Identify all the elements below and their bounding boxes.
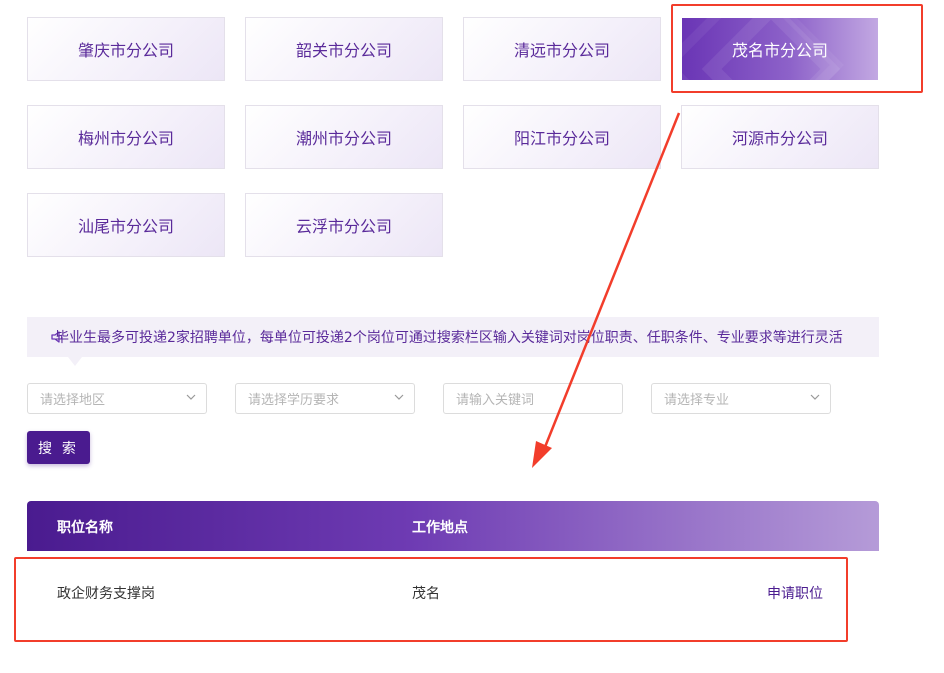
keyword-input[interactable]: 请输入关键词	[443, 383, 623, 414]
major-select[interactable]: 请选择专业	[651, 383, 831, 414]
branch-button-yunfu[interactable]: 云浮市分公司	[245, 193, 443, 257]
branch-button-chaozhou[interactable]: 潮州市分公司	[245, 105, 443, 169]
search-button[interactable]: 搜 索	[27, 431, 90, 464]
notice-bar: 毕业生最多可投递2家招聘单位，每单位可投递2个岗位可通过搜索栏区输入关键词对岗位…	[27, 317, 879, 357]
education-select[interactable]: 请选择学历要求	[235, 383, 415, 414]
notice-text: 毕业生最多可投递2家招聘单位，每单位可投递2个岗位可通过搜索栏区输入关键词对岗位…	[55, 330, 843, 346]
branch-label: 肇庆市分公司	[77, 41, 174, 60]
major-placeholder: 请选择专业	[664, 393, 730, 408]
table-row: 政企财务支撑岗 茂名 申请职位	[27, 565, 879, 617]
education-placeholder: 请选择学历要求	[248, 393, 340, 408]
chevron-down-icon	[186, 392, 196, 402]
chevron-down-icon	[810, 392, 820, 402]
branch-label: 茂名市分公司	[731, 41, 828, 60]
branch-button-zhaoqing[interactable]: 肇庆市分公司	[27, 17, 225, 81]
chevron-down-icon	[394, 392, 404, 402]
branch-button-meizhou[interactable]: 梅州市分公司	[27, 105, 225, 169]
branch-label: 潮州市分公司	[295, 129, 392, 148]
branch-label: 云浮市分公司	[295, 217, 392, 236]
branch-label: 河源市分公司	[731, 129, 828, 148]
cell-position: 政企财务支撑岗	[57, 586, 155, 602]
branch-button-qingyuan[interactable]: 清远市分公司	[463, 17, 661, 81]
region-placeholder: 请选择地区	[40, 393, 106, 408]
branch-label: 清远市分公司	[513, 41, 610, 60]
apply-position-link[interactable]: 申请职位	[767, 583, 823, 603]
keyword-placeholder: 请输入关键词	[456, 393, 535, 408]
branch-label: 阳江市分公司	[513, 129, 610, 148]
notice-pointer	[68, 357, 82, 366]
branch-button-heyuan[interactable]: 河源市分公司	[681, 105, 879, 169]
branch-button-yangjiang[interactable]: 阳江市分公司	[463, 105, 661, 169]
table-header: 职位名称 工作地点	[27, 501, 879, 551]
branch-label: 梅州市分公司	[77, 129, 174, 148]
branch-button-maoming[interactable]: 茂名市分公司	[682, 18, 878, 80]
branch-button-shaoguan[interactable]: 韶关市分公司	[245, 17, 443, 81]
cell-location: 茂名	[412, 586, 440, 602]
region-select[interactable]: 请选择地区	[27, 383, 207, 414]
header-location: 工作地点	[412, 520, 468, 536]
branch-button-shanwei[interactable]: 汕尾市分公司	[27, 193, 225, 257]
branch-label: 韶关市分公司	[295, 41, 392, 60]
header-position: 职位名称	[57, 520, 113, 536]
branch-label: 汕尾市分公司	[77, 217, 174, 236]
